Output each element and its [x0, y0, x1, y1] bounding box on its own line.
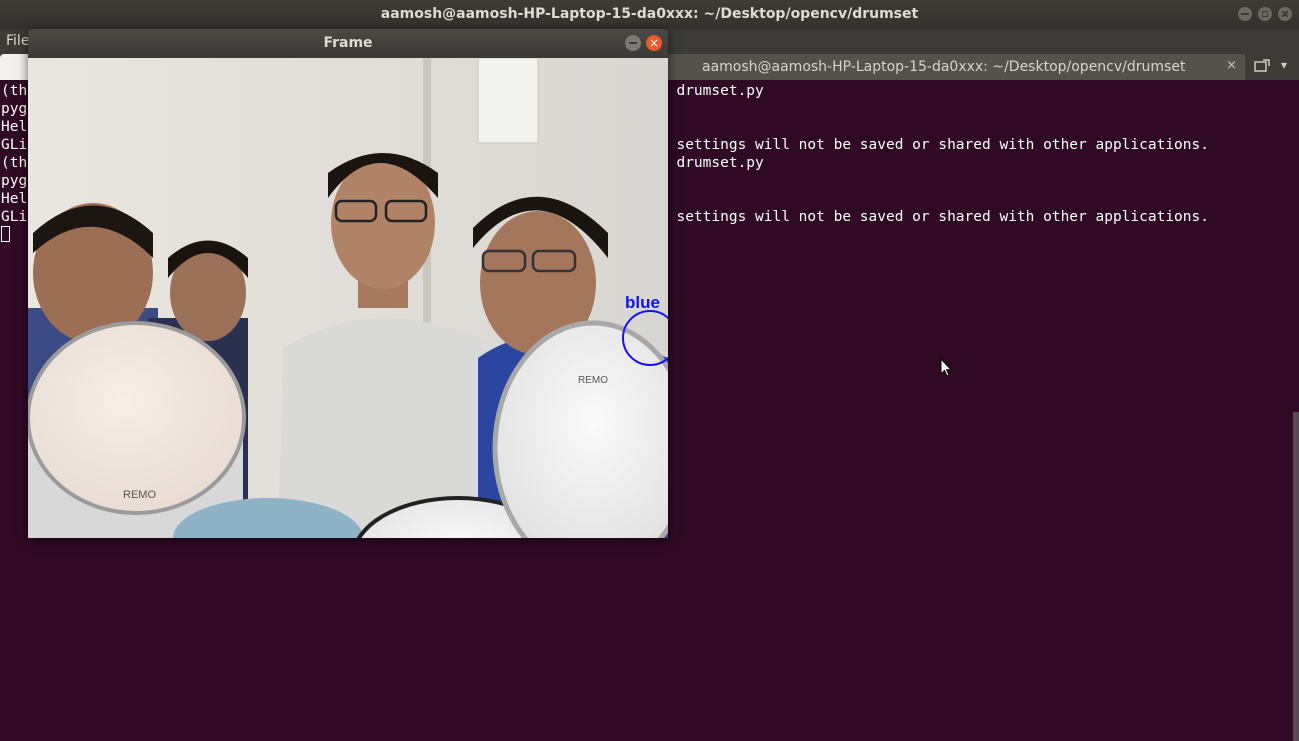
frame-minimize-icon[interactable] — [625, 35, 641, 51]
terminal-line-right: n drumset.py — [659, 155, 764, 171]
terminal-line-left: Hel — [1, 191, 28, 207]
tab-active[interactable] — [0, 54, 30, 80]
detection-label: blue — [625, 293, 660, 312]
terminal-cursor — [1, 226, 10, 242]
terminal-titlebar[interactable]: aamosh@aamosh-HP-Laptop-15-da0xxx: ~/Des… — [0, 0, 1299, 29]
terminal-line-right: r settings will not be saved or shared w… — [659, 209, 1209, 225]
webcam-feed: REMO REMO blue — [28, 58, 668, 538]
terminal-line-left: (th — [1, 83, 28, 99]
terminal-line-right: n drumset.py — [659, 83, 764, 99]
drum-left: REMO — [28, 321, 246, 538]
terminal-line-left: (th — [1, 155, 28, 171]
new-tab-icon[interactable] — [1254, 59, 1270, 73]
frame-titlebar[interactable]: Frame × — [28, 29, 668, 58]
terminal-line-right: r settings will not be saved or shared w… — [659, 137, 1209, 153]
terminal-line-left: pyg — [1, 173, 28, 189]
close-icon[interactable] — [1278, 7, 1292, 21]
terminal-line-left: pyg — [1, 101, 28, 117]
terminal-scrollbar[interactable] — [1293, 412, 1299, 741]
frame-window[interactable]: Frame × REMO REMO blue — [28, 29, 668, 538]
frame-close-icon[interactable]: × — [646, 35, 662, 51]
terminal-line-left: GLi — [1, 137, 28, 153]
terminal-line-left: GLi — [1, 209, 28, 225]
maximize-icon[interactable] — [1258, 7, 1272, 21]
tab-menu-chevron-icon[interactable]: ▾ — [1281, 58, 1287, 72]
tab-label: aamosh@aamosh-HP-Laptop-15-da0xxx: ~/Des… — [702, 59, 1186, 75]
frame-title: Frame — [323, 35, 373, 51]
wall-poster — [477, 58, 539, 144]
minimize-icon[interactable] — [1238, 7, 1252, 21]
webcam-scene: REMO REMO — [28, 58, 668, 538]
svg-text:REMO: REMO — [578, 375, 608, 386]
terminal-line-left: Hel — [1, 119, 28, 135]
svg-text:REMO: REMO — [123, 489, 156, 501]
mouse-pointer-icon — [940, 357, 953, 382]
terminal-window-title: aamosh@aamosh-HP-Laptop-15-da0xxx: ~/Des… — [380, 6, 919, 22]
tab-terminal[interactable]: aamosh@aamosh-HP-Laptop-15-da0xxx: ~/Des… — [666, 54, 1245, 80]
menu-file[interactable]: File — [6, 33, 29, 49]
tab-close-icon[interactable]: × — [1226, 58, 1237, 73]
